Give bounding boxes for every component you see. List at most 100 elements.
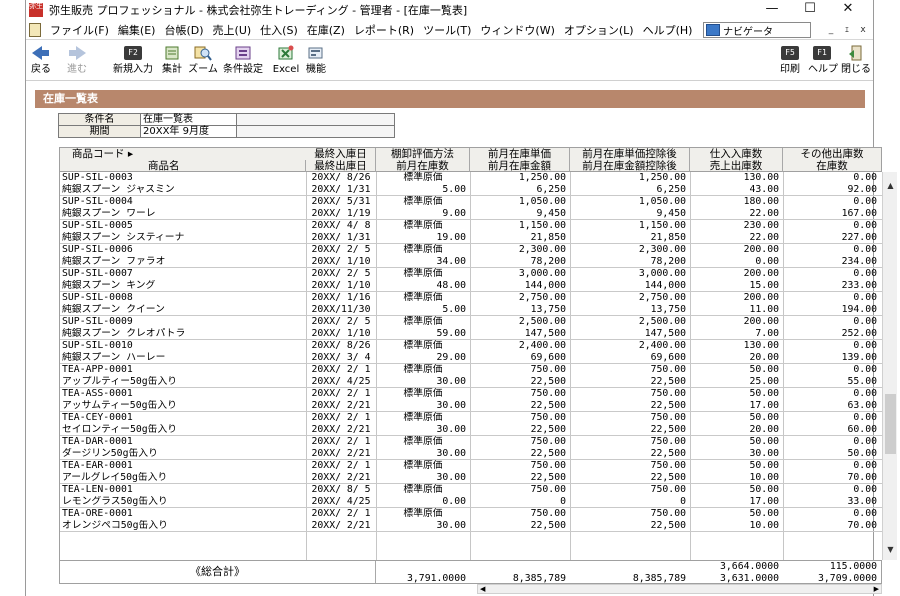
product-name: 純銀スプーン ジャスミン	[62, 184, 175, 195]
in-qty: 200.00	[743, 268, 779, 279]
table-row[interactable]: SUP-SIL-0005 20XX/ 4/ 8 標準原価 1,150.00 1,150.…	[60, 220, 882, 232]
table-row[interactable]: 純銀スプーン ジャスミン 20XX/ 1/31 5.00 6,250 6,250 43.0…	[60, 184, 882, 196]
valuation-method: 標準原価	[403, 172, 443, 183]
navigator-button[interactable]: ナビゲータ	[703, 22, 811, 38]
table-row[interactable]: ダージリン50g缶入り 20XX/ 2/21 30.00 22,500 22,500 30…	[60, 448, 882, 460]
table-row[interactable]: TEA-DAR-0001 20XX/ 2/ 1 標準原価 750.00 750.00 50…	[60, 436, 882, 448]
out-qty: 7.00	[755, 328, 779, 339]
stock-qty: 233.00	[841, 280, 877, 291]
table-row[interactable]: 純銀スプーン クレオパトラ 20XX/ 1/10 59.00 147,500 147,5…	[60, 328, 882, 340]
horizontal-scrollbar[interactable]: ◀ ▶	[477, 584, 882, 594]
close-window-button[interactable]: ✕	[829, 0, 867, 20]
table-row[interactable]: アッサムティー50g缶入り 20XX/ 2/21 30.00 22,500 22,500…	[60, 400, 882, 412]
last-in-date: 20XX/ 2/ 1	[311, 388, 371, 399]
mdi-close-button[interactable]: x	[855, 22, 871, 38]
valuation-method: 標準原価	[403, 508, 443, 519]
main-window: 弥生 弥生販売 プロフェッショナル - 株式会社弥生トレーディング - 管理者 …	[25, 0, 897, 596]
grand-total-label: 《総合計》	[60, 561, 376, 583]
condition-settings-button[interactable]: 条件設定	[222, 43, 264, 77]
stock-qty: 60.00	[847, 424, 878, 435]
out-qty: 22.00	[749, 232, 780, 243]
table-row[interactable]: SUP-SIL-0004 20XX/ 5/31 標準原価 1,050.00 1,050.…	[60, 196, 882, 208]
table-row[interactable]: TEA-LEN-0001 20XX/ 8/ 5 標準原価 750.00 750.00 50…	[60, 484, 882, 496]
forward-button[interactable]: 進む	[64, 43, 90, 77]
minimize-button[interactable]: —	[753, 0, 791, 20]
prev-qty: 0.00	[442, 496, 466, 507]
table-row[interactable]: TEA-EAR-0001 20XX/ 2/ 1 標準原価 750.00 750.00 50…	[60, 460, 882, 472]
adj-amount: 22,500	[650, 400, 686, 411]
valuation-method: 標準原価	[403, 484, 443, 495]
excel-button[interactable]: Excel	[272, 43, 300, 77]
close-button[interactable]: 閉じる	[841, 43, 871, 77]
summary-button[interactable]: 集計	[160, 43, 184, 77]
last-in-date: 20XX/ 2/ 5	[311, 316, 371, 327]
menu-inventory[interactable]: 在庫(Z)	[307, 22, 345, 38]
table-row[interactable]: 純銀スプーン ワーレ 20XX/ 1/19 9.00 9,450 9,450 22.00 1…	[60, 208, 882, 220]
table-row[interactable]: TEA-ASS-0001 20XX/ 2/ 1 標準原価 750.00 750.00 50…	[60, 388, 882, 400]
last-in-date: 20XX/ 2/ 5	[311, 268, 371, 279]
prev-price: 750.00	[530, 388, 566, 399]
product-code: TEA-ORE-0001	[62, 508, 133, 519]
menu-sales[interactable]: 売上(U)	[213, 22, 252, 38]
back-button[interactable]: 戻る	[28, 43, 54, 77]
menu-tools[interactable]: ツール(T)	[423, 22, 471, 38]
menu-options[interactable]: オプション(L)	[564, 22, 634, 38]
table-row[interactable]: 純銀スプーン システィーナ 20XX/ 1/31 19.00 21,850 21,850…	[60, 232, 882, 244]
stock-qty: 63.00	[847, 400, 878, 411]
valuation-method: 標準原価	[403, 388, 443, 399]
table-row[interactable]: レモングラス50g缶入り 20XX/ 4/25 0.00 0 0 17.00 33.00	[60, 496, 882, 508]
out-qty: 22.00	[749, 208, 780, 219]
in-qty: 180.00	[743, 196, 779, 207]
header-product-code[interactable]: 商品コード ▸	[60, 148, 306, 160]
document-icon[interactable]	[29, 22, 41, 37]
table-row[interactable]: TEA-CEY-0001 20XX/ 2/ 1 標準原価 750.00 750.00 50…	[60, 412, 882, 424]
table-row[interactable]: SUP-SIL-0006 20XX/ 2/ 5 標準原価 2,300.00 2,300.…	[60, 244, 882, 256]
in-qty: 130.00	[743, 340, 779, 351]
prev-qty: 48.00	[436, 280, 467, 291]
table-row[interactable]: 純銀スプーン クイーン 20XX/11/30 5.00 13,750 13,750 11.…	[60, 304, 882, 316]
section-title: 在庫一覧表	[35, 90, 865, 108]
table-row[interactable]: SUP-SIL-0009 20XX/ 2/ 5 標準原価 2,500.00 2,500.…	[60, 316, 882, 328]
scroll-left-icon[interactable]: ◀	[480, 585, 485, 593]
table-row[interactable]: 純銀スプーン ハーレー 20XX/ 3/ 4 29.00 69,600 69,600 20…	[60, 352, 882, 364]
menu-report[interactable]: レポート(R)	[354, 22, 414, 38]
maximize-button[interactable]: ☐	[791, 0, 829, 20]
table-row[interactable]: 純銀スプーン ファラオ 20XX/ 1/10 34.00 78,200 78,200 0.…	[60, 256, 882, 268]
print-button[interactable]: F5 印刷	[778, 43, 802, 77]
menu-help[interactable]: ヘルプ(H)	[643, 22, 693, 38]
table-row[interactable]: セイロンティー50g缶入り 20XX/ 2/21 30.00 22,500 22,500…	[60, 424, 882, 436]
table-row[interactable]: TEA-ORE-0001 20XX/ 2/ 1 標準原価 750.00 750.00 50…	[60, 508, 882, 520]
out-qty: 20.00	[749, 424, 780, 435]
stock-qty: 252.00	[841, 328, 877, 339]
scroll-up-icon[interactable]: ▲	[883, 178, 898, 193]
product-name: セイロンティー50g缶入り	[62, 424, 178, 435]
table-row[interactable]: SUP-SIL-0003 20XX/ 8/26 標準原価 1,250.00 1,250.…	[60, 172, 882, 184]
table-row[interactable]: 純銀スプーン キング 20XX/ 1/10 48.00 144,000 144,000 1…	[60, 280, 882, 292]
table-row[interactable]: SUP-SIL-0010 20XX/ 8/26 標準原価 2,400.00 2,400.…	[60, 340, 882, 352]
table-row[interactable]: アールグレイ50g缶入り 20XX/ 2/21 30.00 22,500 22,500 1…	[60, 472, 882, 484]
table-row[interactable]: TEA-APP-0001 20XX/ 2/ 1 標準原価 750.00 750.00 50…	[60, 364, 882, 376]
scroll-right-icon[interactable]: ▶	[874, 585, 879, 593]
table-row[interactable]: アップルティー50g缶入り 20XX/ 4/25 30.00 22,500 22,500…	[60, 376, 882, 388]
vertical-scrollbar[interactable]: ▲ ▼	[882, 172, 897, 560]
menu-purchase[interactable]: 仕入(S)	[260, 22, 298, 38]
new-entry-button[interactable]: F2 新規入力	[112, 43, 154, 77]
valuation-method: 標準原価	[403, 364, 443, 375]
table-row[interactable]: オレンジペコ50g缶入り 20XX/ 2/21 30.00 22,500 22,500 1…	[60, 520, 882, 532]
table-row[interactable]: SUP-SIL-0007 20XX/ 2/ 5 標準原価 3,000.00 3,000.…	[60, 268, 882, 280]
mdi-minimize-button[interactable]: _	[823, 22, 839, 38]
function-button[interactable]: 機能	[304, 43, 328, 77]
menu-edit[interactable]: 編集(E)	[118, 22, 156, 38]
menu-window[interactable]: ウィンドウ(W)	[480, 22, 554, 38]
scroll-down-icon[interactable]: ▼	[883, 542, 898, 557]
prev-price: 750.00	[530, 412, 566, 423]
help-button[interactable]: F1 ヘルプ	[808, 43, 838, 77]
out-qty: 17.00	[749, 496, 780, 507]
zoom-button[interactable]: ズーム	[188, 43, 218, 77]
table-row[interactable]: SUP-SIL-0008 20XX/ 1/16 標準原価 2,750.00 2,750.…	[60, 292, 882, 304]
in-qty: 50.00	[749, 364, 780, 375]
mdi-restore-button[interactable]: ｪ	[839, 22, 855, 38]
scroll-thumb[interactable]	[885, 394, 896, 454]
menu-ledger[interactable]: 台帳(D)	[164, 22, 203, 38]
menu-file[interactable]: ファイル(F)	[50, 22, 109, 38]
